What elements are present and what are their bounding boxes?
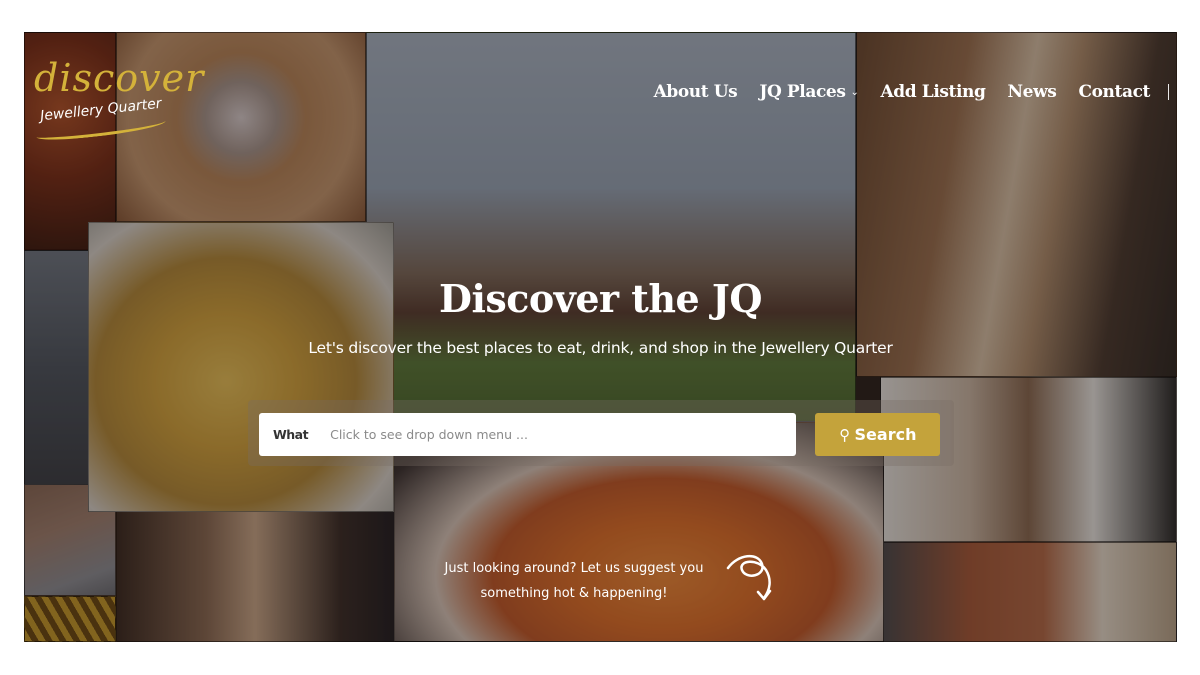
site-logo[interactable]: discover Jewellery Quarter bbox=[30, 50, 203, 150]
suggest-text: Just looking around? Let us suggest you … bbox=[424, 556, 724, 606]
photo-eaglesfield-signs bbox=[880, 542, 1177, 642]
nav-add-listing-label: Add Listing bbox=[880, 82, 986, 102]
curly-arrow-icon bbox=[726, 555, 772, 601]
nav-divider bbox=[1168, 84, 1169, 100]
main-nav: About Us JQ Places ⌄ Add Listing News Co… bbox=[632, 82, 1169, 102]
chevron-down-icon: ⌄ bbox=[850, 86, 859, 98]
search-button-label: Search bbox=[854, 425, 917, 444]
nav-contact-label: Contact bbox=[1078, 82, 1150, 102]
logo-main-text: discover bbox=[34, 56, 205, 100]
nav-news[interactable]: News bbox=[1008, 82, 1057, 102]
nav-news-label: News bbox=[1007, 82, 1057, 102]
nav-contact[interactable]: Contact bbox=[1078, 82, 1150, 102]
suggest-line-1: Just looking around? Let us suggest you bbox=[444, 561, 704, 576]
search-bar: What ⚲ Search bbox=[248, 400, 954, 466]
hero-subtitle: Let's discover the best places to eat, d… bbox=[308, 339, 893, 357]
search-button[interactable]: ⚲ Search bbox=[815, 413, 940, 456]
nav-jq-places-label: JQ Places bbox=[759, 82, 846, 102]
photo-fish-and-chips bbox=[88, 222, 394, 512]
search-icon: ⚲ bbox=[838, 425, 850, 444]
search-what-input[interactable] bbox=[330, 427, 771, 442]
photo-gold-jewellery bbox=[24, 596, 116, 642]
suggest-line-2: something hot & happening! bbox=[480, 586, 668, 601]
hero-section: discover Jewellery Quarter About Us JQ P… bbox=[24, 32, 1177, 642]
search-what-label: What bbox=[273, 427, 309, 442]
nav-add-listing[interactable]: Add Listing bbox=[880, 82, 985, 102]
search-field-container[interactable]: What bbox=[259, 413, 796, 456]
nav-jq-places[interactable]: JQ Places ⌄ bbox=[759, 82, 859, 102]
nav-about-us[interactable]: About Us bbox=[654, 82, 738, 102]
nav-about-us-label: About Us bbox=[653, 82, 738, 102]
hero-title: Discover the JQ bbox=[439, 276, 762, 321]
